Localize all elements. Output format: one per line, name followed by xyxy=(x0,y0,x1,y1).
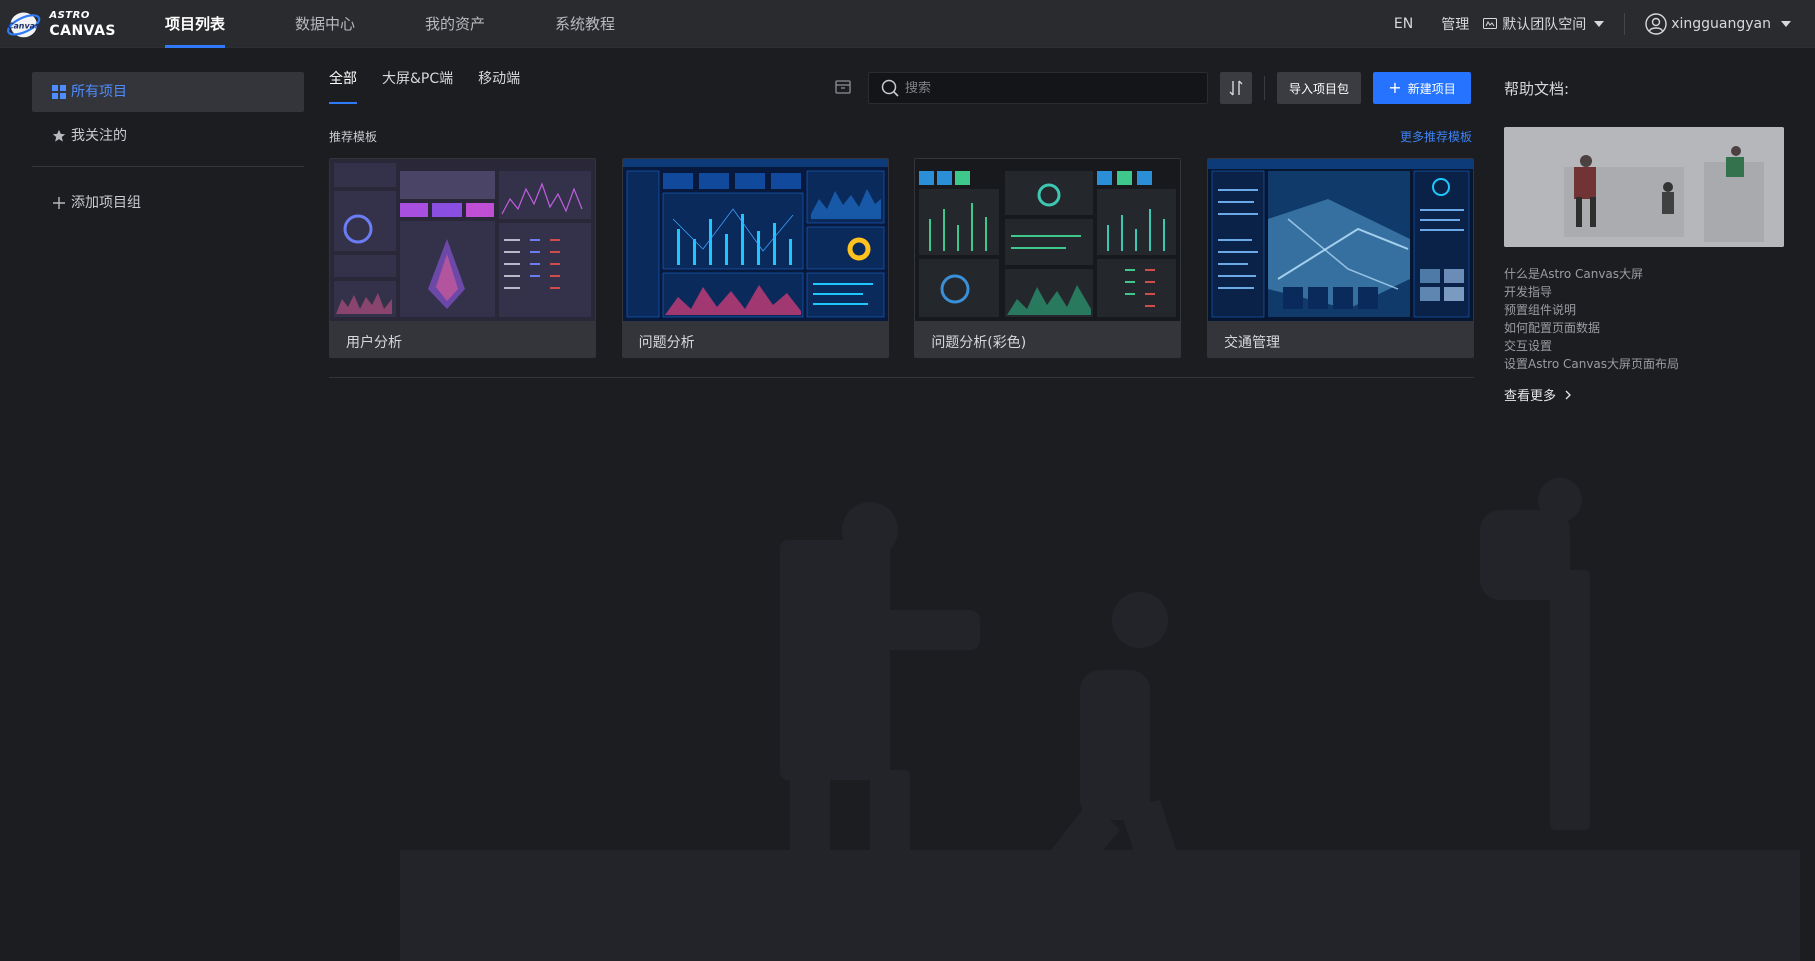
new-project-label: 新建项目 xyxy=(1407,81,1456,96)
template-thumbnail xyxy=(330,159,595,321)
sidebar-item-label: 我关注的 xyxy=(71,128,127,144)
caret-down-icon xyxy=(1594,21,1605,27)
nav-data-center[interactable]: 数据中心 xyxy=(280,0,370,48)
template-card-title: 问题分析(彩色) xyxy=(931,335,1027,351)
template-card-issue-analysis[interactable]: 问题分析 xyxy=(621,158,889,358)
user-avatar-icon xyxy=(1645,13,1667,35)
nav-my-assets[interactable]: 我的资产 xyxy=(410,0,500,48)
sidebar-item-followed[interactable]: 我关注的 xyxy=(32,116,304,156)
logo-wordmark: ASTRO CANVAS xyxy=(49,9,116,39)
template-thumbnail xyxy=(1207,159,1473,321)
team-space-label: 默认团队空间 xyxy=(1502,17,1587,33)
nav-project-list[interactable]: 项目列表 xyxy=(150,0,240,48)
new-project-button[interactable]: + 新建项目 xyxy=(1373,72,1471,104)
language-switch[interactable]: EN xyxy=(1394,16,1413,32)
team-icon xyxy=(1483,18,1498,29)
template-card-user-analysis[interactable]: 用户分析 xyxy=(329,158,596,358)
template-thumbnail xyxy=(915,159,1181,321)
template-card-title: 交通管理 xyxy=(1223,335,1280,351)
help-link-what-is-canvas[interactable]: 什么是Astro Canvas大屏 xyxy=(1504,265,1784,283)
template-card-issue-analysis-color[interactable]: 问题分析(彩色) xyxy=(914,158,1182,358)
svg-text:Canvas: Canvas xyxy=(8,21,40,30)
template-card-title: 用户分析 xyxy=(346,335,402,351)
tab-mobile[interactable]: 移动端 xyxy=(478,68,520,104)
import-package-button[interactable]: 导入项目包 xyxy=(1277,72,1361,104)
user-menu[interactable]: xingguangyan xyxy=(1645,13,1791,35)
divider xyxy=(1624,13,1626,35)
search-input[interactable] xyxy=(905,80,1207,96)
project-type-tabs: 全部 大屏&PC端 移动端 xyxy=(329,68,545,104)
chevron-right-icon xyxy=(1565,390,1571,399)
archive-icon[interactable] xyxy=(834,79,852,95)
team-space-dropdown[interactable]: 默认团队空间 xyxy=(1483,14,1605,34)
sort-icon xyxy=(1229,80,1243,96)
sort-button[interactable] xyxy=(1220,72,1252,104)
divider xyxy=(1264,76,1265,100)
tab-large-screen-pc[interactable]: 大屏&PC端 xyxy=(382,68,453,104)
canvas-logo-icon: Canvas xyxy=(7,12,41,38)
caret-down-icon xyxy=(1781,21,1791,27)
help-link-dev-guide[interactable]: 开发指导 xyxy=(1504,283,1784,301)
help-link-config-data[interactable]: 如何配置页面数据 xyxy=(1504,319,1784,337)
view-more-label: 查看更多 xyxy=(1504,389,1557,404)
search-box xyxy=(868,72,1208,104)
sidebar-item-all-projects[interactable]: 所有项目 xyxy=(32,72,304,112)
template-card-title: 问题分析 xyxy=(638,335,695,351)
astro-canvas-logo[interactable]: Canvas ASTRO CANVAS xyxy=(6,6,116,42)
help-link-list: 什么是Astro Canvas大屏 开发指导 预置组件说明 如何配置页面数据 交… xyxy=(1504,265,1784,373)
help-banner-image xyxy=(1504,127,1784,247)
plus-icon: + xyxy=(1388,78,1402,97)
username: xingguangyan xyxy=(1671,16,1771,32)
main-nav: 项目列表 数据中心 我的资产 系统教程 xyxy=(150,0,670,48)
more-templates-link[interactable]: 更多推荐模板 xyxy=(1400,128,1472,145)
plus-icon xyxy=(53,197,65,209)
project-group-sidebar: 所有项目 我关注的 添加项目组 xyxy=(32,72,304,223)
top-right-actions: EN 管理 默认团队空间 xingguangyan xyxy=(1394,0,1815,48)
help-docs-panel: 帮助文档: 什么是Astro Canvas大屏 开发指导 预置组件说明 如何配置… xyxy=(1504,78,1784,404)
top-navigation-bar: Canvas ASTRO CANVAS 项目列表 数据中心 我的资产 系统教程 … xyxy=(0,0,1815,48)
search-icon xyxy=(881,79,899,97)
nav-tutorial[interactable]: 系统教程 xyxy=(540,0,630,48)
add-project-group-button[interactable]: 添加项目组 xyxy=(32,183,304,223)
help-link-preset-components[interactable]: 预置组件说明 xyxy=(1504,301,1784,319)
sidebar-item-label: 所有项目 xyxy=(71,84,127,100)
recommended-templates-title: 推荐模板 xyxy=(329,130,378,144)
template-thumbnail xyxy=(622,159,888,321)
divider xyxy=(329,377,1474,378)
grid-icon xyxy=(52,85,66,99)
template-card-traffic-management[interactable]: 交通管理 xyxy=(1206,158,1474,358)
star-icon xyxy=(52,129,66,142)
help-link-layout[interactable]: 设置Astro Canvas大屏页面布局 xyxy=(1504,355,1784,373)
view-more-link[interactable]: 查看更多 xyxy=(1504,385,1784,404)
logo-line2: CANVAS xyxy=(49,22,116,39)
background-illustration xyxy=(400,478,1800,961)
help-title: 帮助文档: xyxy=(1504,80,1570,98)
template-card-list: 用户分析 问题分析 问题分析(彩色) 交通管理 xyxy=(329,158,1474,358)
divider xyxy=(32,166,304,167)
manage-link[interactable]: 管理 xyxy=(1441,14,1469,34)
logo-line1: ASTRO xyxy=(49,9,90,21)
help-link-interaction[interactable]: 交互设置 xyxy=(1504,337,1784,355)
add-group-label: 添加项目组 xyxy=(71,195,141,211)
tab-all[interactable]: 全部 xyxy=(329,68,357,104)
